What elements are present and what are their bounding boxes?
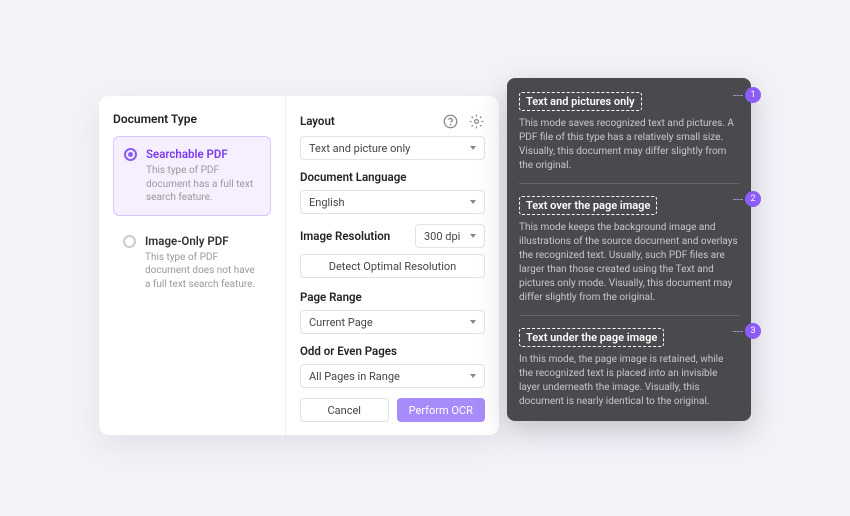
perform-ocr-button[interactable]: Perform OCR — [397, 398, 486, 422]
tooltip-desc: In this mode, the page image is retained… — [519, 353, 739, 409]
tooltip-title: Text over the page image — [519, 196, 657, 215]
lang-label: Document Language — [300, 170, 485, 184]
gear-icon[interactable] — [467, 112, 485, 130]
layout-label: Layout — [300, 114, 335, 128]
layout-value: Text and picture only — [309, 142, 410, 155]
number-badge: 3 — [745, 323, 761, 339]
tooltip-title: Text under the page image — [519, 328, 664, 347]
doc-type-image-only-pdf[interactable]: Image-Only PDF This type of PDF document… — [113, 224, 271, 302]
doc-type-desc: This type of PDF document has a full tex… — [146, 164, 260, 205]
layout-select[interactable]: Text and picture only — [300, 136, 485, 160]
range-select[interactable]: Current Page — [300, 310, 485, 334]
tooltip-desc: This mode keeps the background image and… — [519, 221, 739, 305]
tooltip-title: Text and pictures only — [519, 92, 642, 111]
doc-type-label: Searchable PDF — [146, 147, 260, 161]
res-select[interactable]: 300 dpi — [415, 224, 485, 248]
doc-type-searchable-pdf[interactable]: Searchable PDF This type of PDF document… — [113, 136, 271, 216]
range-value: Current Page — [309, 316, 373, 329]
oddeven-label: Odd or Even Pages — [300, 344, 485, 358]
oddeven-value: All Pages in Range — [309, 370, 400, 383]
lang-select[interactable]: English — [300, 190, 485, 214]
detect-resolution-button[interactable]: Detect Optimal Resolution — [300, 254, 485, 278]
document-type-title: Document Type — [113, 112, 271, 126]
ocr-dialog: Document Type Searchable PDF This type o… — [99, 96, 499, 435]
document-type-panel: Document Type Searchable PDF This type o… — [99, 96, 286, 435]
doc-type-label: Image-Only PDF — [145, 234, 261, 248]
tooltip-item: 2 Text over the page image This mode kee… — [519, 194, 739, 316]
layout-tooltip: 1 Text and pictures only This mode saves… — [507, 78, 751, 421]
tooltip-item: 1 Text and pictures only This mode saves… — [519, 90, 739, 184]
number-badge: 1 — [745, 87, 761, 103]
radio-icon — [124, 148, 137, 161]
lang-value: English — [309, 196, 345, 209]
radio-icon — [123, 235, 136, 248]
tooltip-desc: This mode saves recognized text and pict… — [519, 117, 739, 173]
range-label: Page Range — [300, 290, 485, 304]
tooltip-item: 3 Text under the page image In this mode… — [519, 326, 739, 409]
doc-type-desc: This type of PDF document does not have … — [145, 251, 261, 292]
help-icon[interactable] — [441, 112, 459, 130]
res-label: Image Resolution — [300, 229, 390, 243]
number-badge: 2 — [745, 191, 761, 207]
res-value: 300 dpi — [424, 230, 460, 243]
oddeven-select[interactable]: All Pages in Range — [300, 364, 485, 388]
settings-panel: Layout Text and picture only Document La… — [286, 96, 499, 435]
cancel-button[interactable]: Cancel — [300, 398, 389, 422]
